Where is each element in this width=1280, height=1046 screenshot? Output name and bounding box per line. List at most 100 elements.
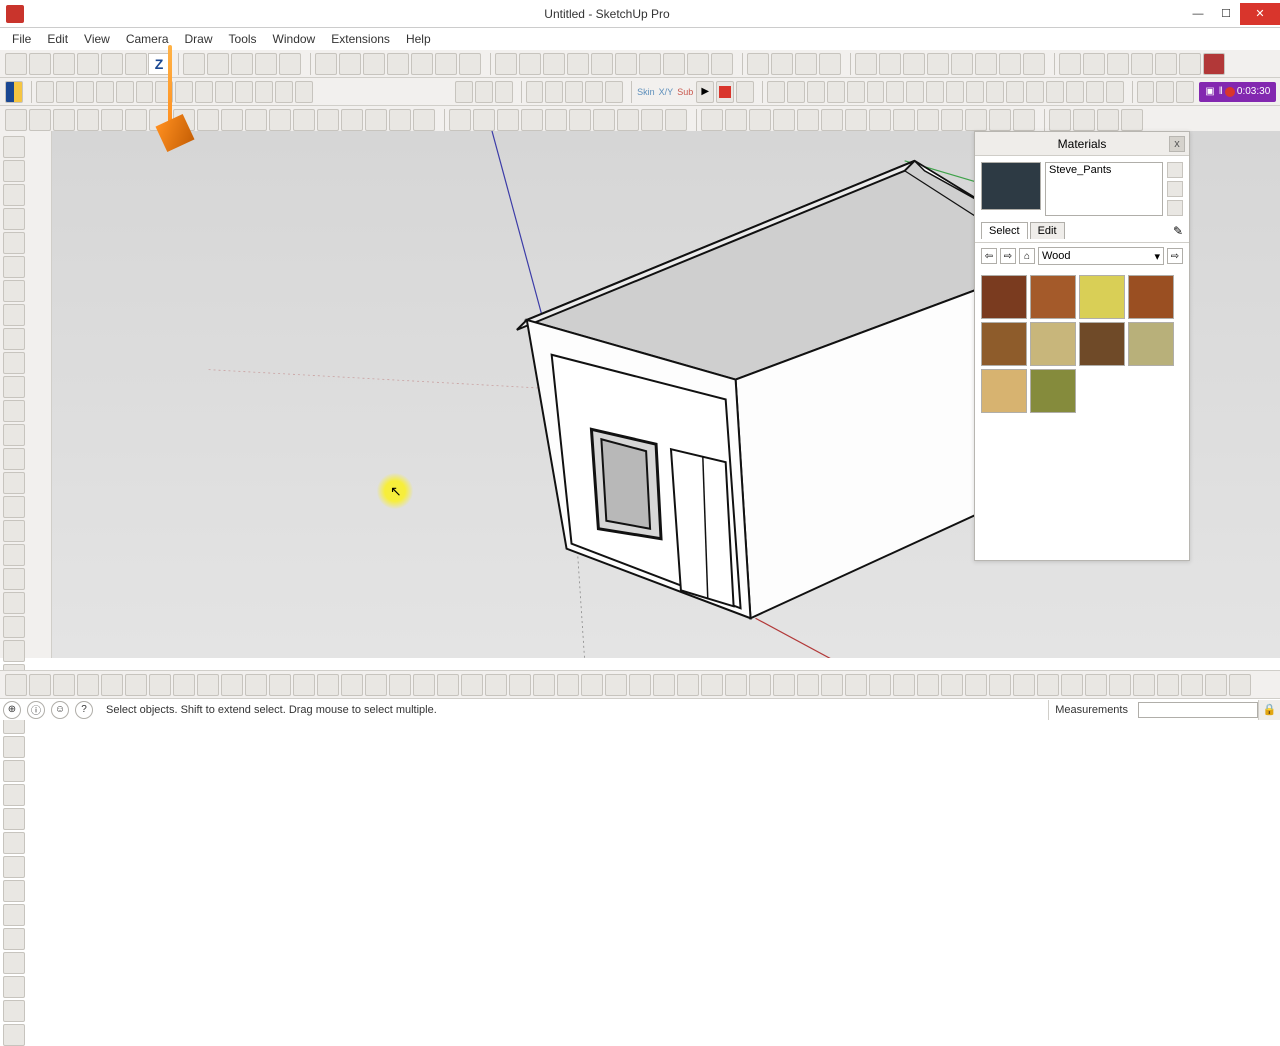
btb-b-button-5[interactable] — [533, 674, 555, 696]
btb-a-button-12[interactable] — [293, 674, 315, 696]
left-tool-31[interactable] — [3, 880, 25, 902]
btb-a-button-7[interactable] — [173, 674, 195, 696]
tb2a-button-7[interactable] — [175, 81, 193, 103]
tb2d-button-12[interactable] — [1006, 81, 1024, 103]
left-tool-6[interactable] — [3, 280, 25, 302]
tb3b-button-6[interactable] — [593, 109, 615, 131]
left-tool-30[interactable] — [3, 856, 25, 878]
tb3c-button-12[interactable] — [989, 109, 1011, 131]
tb1b-button-0[interactable] — [183, 53, 205, 75]
materials-close-button[interactable]: x — [1169, 136, 1185, 152]
tb3b-button-1[interactable] — [473, 109, 495, 131]
tb2d-button-15[interactable] — [1066, 81, 1084, 103]
measurements-input[interactable] — [1138, 702, 1258, 718]
tb3d-button-2[interactable] — [1097, 109, 1119, 131]
tb1b-button-2[interactable] — [231, 53, 253, 75]
tb2a-button-11[interactable] — [255, 81, 273, 103]
tb3a-button-12[interactable] — [293, 109, 315, 131]
tb3a-button-2[interactable] — [53, 109, 75, 131]
left-tool-15[interactable] — [3, 496, 25, 518]
left-tool-20[interactable] — [3, 616, 25, 638]
tb2d-button-13[interactable] — [1026, 81, 1044, 103]
tb2a-button-3[interactable] — [96, 81, 114, 103]
tb1d-button-8[interactable] — [687, 53, 709, 75]
tb2d-button-14[interactable] — [1046, 81, 1064, 103]
material-name-input[interactable]: Steve_Pants — [1045, 162, 1163, 216]
nav-home-button[interactable]: ⌂ — [1019, 248, 1035, 264]
btb-e-button-5[interactable] — [1085, 674, 1107, 696]
menu-tools[interactable]: Tools — [221, 30, 265, 48]
btb-a-button-10[interactable] — [245, 674, 267, 696]
nav-back-button[interactable]: ⇦ — [981, 248, 997, 264]
tb3c-button-13[interactable] — [1013, 109, 1035, 131]
btb-a-button-14[interactable] — [341, 674, 363, 696]
stop-button[interactable] — [1203, 53, 1225, 75]
left-tool-17[interactable] — [3, 544, 25, 566]
tb1g-button-5[interactable] — [1179, 53, 1201, 75]
tb2e-button-2[interactable] — [1176, 81, 1194, 103]
btb-d-button-1[interactable] — [797, 674, 819, 696]
left-tool-5[interactable] — [3, 256, 25, 278]
swatch-6[interactable] — [1079, 322, 1125, 366]
tb2d-button-10[interactable] — [966, 81, 984, 103]
btb-d-button-7[interactable] — [941, 674, 963, 696]
tb3c-button-10[interactable] — [941, 109, 963, 131]
tb3a-button-17[interactable] — [413, 109, 435, 131]
tb3b-button-7[interactable] — [617, 109, 639, 131]
tb3c-button-3[interactable] — [773, 109, 795, 131]
btb-b-button-0[interactable] — [413, 674, 435, 696]
tb1g-button-3[interactable] — [1131, 53, 1153, 75]
tb1g-button-0[interactable] — [1059, 53, 1081, 75]
menu-camera[interactable]: Camera — [118, 30, 177, 48]
tb1f-button-4[interactable] — [951, 53, 973, 75]
menu-edit[interactable]: Edit — [39, 30, 76, 48]
default-material-icon[interactable] — [1167, 200, 1183, 216]
recorder-widget[interactable]: ▣‖0:03:30 — [1199, 82, 1276, 102]
tb3b-button-4[interactable] — [545, 109, 567, 131]
btb-b-button-1[interactable] — [437, 674, 459, 696]
tb3a-button-1[interactable] — [29, 109, 51, 131]
btb-b-button-3[interactable] — [485, 674, 507, 696]
left-tool-0[interactable] — [3, 136, 25, 158]
left-tool-36[interactable] — [3, 1000, 25, 1022]
tb3a-button-9[interactable] — [221, 109, 243, 131]
btb-a-button-13[interactable] — [317, 674, 339, 696]
tb1f-button-1[interactable] — [879, 53, 901, 75]
tb1e-button-1[interactable] — [771, 53, 793, 75]
tb1d-button-3[interactable] — [567, 53, 589, 75]
left-tool-21[interactable] — [3, 640, 25, 662]
tb1c-button-4[interactable] — [411, 53, 433, 75]
tb1g-button-1[interactable] — [1083, 53, 1105, 75]
tb1f-button-3[interactable] — [927, 53, 949, 75]
tb3a-button-10[interactable] — [245, 109, 267, 131]
btb-d-button-2[interactable] — [821, 674, 843, 696]
btb-a-button-2[interactable] — [53, 674, 75, 696]
tb3b-button-8[interactable] — [641, 109, 663, 131]
left-tool-19[interactable] — [3, 592, 25, 614]
tb2a-button-5[interactable] — [136, 81, 154, 103]
tb3c-button-2[interactable] — [749, 109, 771, 131]
tb1c-button-3[interactable] — [387, 53, 409, 75]
btb-d-button-0[interactable] — [773, 674, 795, 696]
maximize-button[interactable]: ☐ — [1212, 3, 1240, 25]
left-tool-34[interactable] — [3, 952, 25, 974]
tb1f-button-6[interactable] — [999, 53, 1021, 75]
left-tool-14[interactable] — [3, 472, 25, 494]
tb1a-button-1[interactable] — [29, 53, 51, 75]
btb-c-button-5[interactable] — [725, 674, 747, 696]
tb2d-button-6[interactable] — [886, 81, 904, 103]
tb1c-button-6[interactable] — [459, 53, 481, 75]
tb2d-button-8[interactable] — [926, 81, 944, 103]
tab-select[interactable]: Select — [981, 222, 1028, 239]
tb2a-button-0[interactable] — [36, 81, 54, 103]
menu-help[interactable]: Help — [398, 30, 439, 48]
menu-extensions[interactable]: Extensions — [323, 30, 398, 48]
tb2a-button-1[interactable] — [56, 81, 74, 103]
tb1f-button-2[interactable] — [903, 53, 925, 75]
tb3c-button-5[interactable] — [821, 109, 843, 131]
tb2a-button-9[interactable] — [215, 81, 233, 103]
tb1d-button-2[interactable] — [543, 53, 565, 75]
eyedropper-icon[interactable]: ✎ — [1173, 224, 1183, 238]
left-tool-11[interactable] — [3, 400, 25, 422]
left-tool-18[interactable] — [3, 568, 25, 590]
